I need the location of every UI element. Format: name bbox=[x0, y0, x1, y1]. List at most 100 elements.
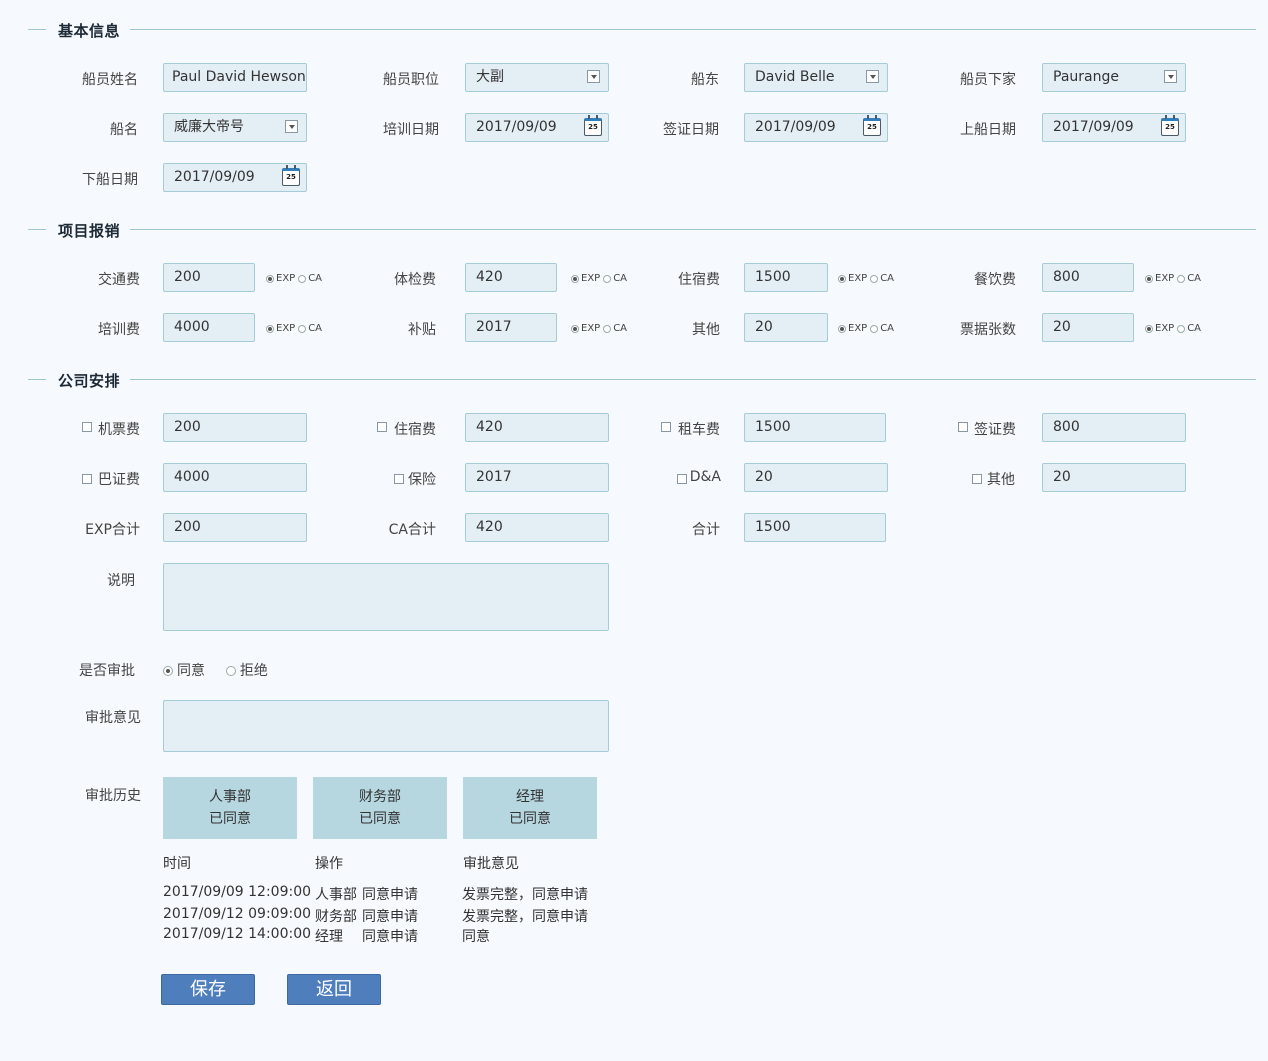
exp-radio[interactable] bbox=[266, 324, 274, 333]
ship-name-label: 船名 bbox=[110, 122, 138, 138]
ca-label: CA bbox=[308, 323, 323, 334]
exp-radio[interactable] bbox=[1145, 324, 1153, 333]
training-fee-label: 培训费 bbox=[98, 322, 140, 338]
crew-position-select[interactable]: 大副 bbox=[465, 63, 609, 92]
company-lodging-checkbox[interactable] bbox=[377, 422, 387, 432]
reject-radio[interactable] bbox=[225, 666, 236, 676]
section-divider bbox=[130, 379, 1256, 380]
history-header-time: 时间 bbox=[163, 856, 191, 872]
chevron-down-icon[interactable] bbox=[866, 70, 879, 83]
calendar-icon[interactable]: 25 bbox=[584, 115, 602, 136]
board-date-field[interactable]: 2017/09/09 25 bbox=[1042, 113, 1186, 142]
company-other-input[interactable]: 20 bbox=[1042, 463, 1186, 492]
chevron-down-icon[interactable] bbox=[587, 70, 600, 83]
exp-radio[interactable] bbox=[1145, 274, 1153, 283]
exp-radio[interactable] bbox=[571, 324, 579, 333]
visa-date-label: 签证日期 bbox=[663, 122, 719, 138]
ca-radio[interactable] bbox=[870, 324, 879, 333]
receipts-count-input[interactable]: 20 bbox=[1042, 313, 1134, 342]
visa-fee-label: 签证费 bbox=[974, 422, 1016, 438]
crew-family-select[interactable]: Paurange bbox=[1042, 63, 1186, 92]
exp-label: EXP bbox=[1155, 323, 1175, 334]
company-other-checkbox[interactable] bbox=[972, 474, 982, 484]
step-dept: 经理 bbox=[516, 789, 544, 805]
section-title-basic: 基本信息 bbox=[58, 22, 121, 40]
ca-label: CA bbox=[1187, 273, 1202, 284]
car-rental-input[interactable]: 1500 bbox=[744, 413, 886, 442]
exp-label: EXP bbox=[276, 323, 296, 334]
calendar-icon[interactable]: 25 bbox=[282, 165, 300, 186]
traffic-fee-input[interactable]: 200 bbox=[163, 263, 255, 292]
meal-fee-label: 餐饮费 bbox=[974, 272, 1016, 288]
training-date-field[interactable]: 2017/09/09 25 bbox=[465, 113, 609, 142]
ca-radio[interactable] bbox=[1177, 274, 1186, 283]
ca-radio[interactable] bbox=[298, 274, 307, 283]
save-button[interactable]: 保存 bbox=[161, 974, 255, 1005]
air-fee-label: 机票费 bbox=[98, 422, 140, 438]
insurance-checkbox[interactable] bbox=[394, 474, 404, 484]
calendar-icon[interactable]: 25 bbox=[1161, 115, 1179, 136]
exp-radio[interactable] bbox=[571, 274, 579, 283]
exp-radio[interactable] bbox=[838, 324, 846, 333]
agree-radio[interactable] bbox=[163, 666, 173, 676]
bavisa-fee-input[interactable]: 4000 bbox=[163, 463, 307, 492]
exp-radio[interactable] bbox=[838, 274, 846, 283]
history-time: 2017/09/12 14:00:00 bbox=[163, 926, 312, 942]
subsidy-input[interactable]: 2017 bbox=[465, 313, 557, 342]
history-opinion: 发票完整，同意申请 bbox=[462, 887, 588, 903]
da-input[interactable]: 20 bbox=[744, 463, 888, 492]
visa-date-field[interactable]: 2017/09/09 25 bbox=[744, 113, 888, 142]
ca-total-input[interactable]: 420 bbox=[465, 513, 609, 542]
air-fee-input[interactable]: 200 bbox=[163, 413, 307, 442]
exp-label: EXP bbox=[581, 323, 601, 334]
visa-fee-checkbox[interactable] bbox=[958, 422, 968, 432]
other-fee-input[interactable]: 20 bbox=[744, 313, 828, 342]
air-fee-checkbox[interactable] bbox=[82, 422, 92, 432]
back-button[interactable]: 返回 bbox=[287, 974, 381, 1005]
exp-label: EXP bbox=[848, 273, 868, 284]
leave-date-field[interactable]: 2017/09/09 25 bbox=[163, 163, 307, 192]
traffic-fee-type: EXP CA bbox=[266, 273, 325, 284]
opinion-textarea[interactable] bbox=[163, 700, 609, 752]
calendar-icon[interactable]: 25 bbox=[863, 115, 881, 136]
lodging-fee-input[interactable]: 1500 bbox=[744, 263, 828, 292]
exp-total-input[interactable]: 200 bbox=[163, 513, 307, 542]
company-lodging-label: 住宿费 bbox=[394, 422, 436, 438]
visa-fee-input[interactable]: 800 bbox=[1042, 413, 1186, 442]
approval-step-manager: 经理 已同意 bbox=[463, 777, 597, 839]
insurance-input[interactable]: 2017 bbox=[465, 463, 609, 492]
history-action: 同意申请 bbox=[362, 929, 418, 945]
company-lodging-input[interactable]: 420 bbox=[465, 413, 609, 442]
exp-label: EXP bbox=[276, 273, 296, 284]
crew-family-label: 船员下家 bbox=[960, 72, 1016, 88]
ca-radio[interactable] bbox=[603, 274, 612, 283]
exp-radio[interactable] bbox=[266, 274, 274, 283]
medical-fee-input[interactable]: 420 bbox=[465, 263, 557, 292]
note-textarea[interactable] bbox=[163, 563, 609, 631]
ca-label: CA bbox=[613, 273, 628, 284]
reject-label: 拒绝 bbox=[239, 663, 268, 679]
ca-radio[interactable] bbox=[870, 274, 879, 283]
ship-name-value: 威廉大帝号 bbox=[174, 119, 244, 135]
meal-fee-input[interactable]: 800 bbox=[1042, 263, 1134, 292]
owner-select[interactable]: David Belle bbox=[744, 63, 888, 92]
history-dept: 人事部 bbox=[315, 887, 357, 903]
crew-name-field[interactable]: Paul David Hewson bbox=[163, 63, 307, 92]
company-other-label: 其他 bbox=[987, 472, 1015, 488]
visa-date-value: 2017/09/09 bbox=[755, 119, 836, 135]
history-time: 2017/09/09 12:09:00 bbox=[163, 884, 312, 900]
agree-label: 同意 bbox=[177, 663, 205, 679]
crew-family-value: Paurange bbox=[1053, 69, 1119, 85]
da-checkbox[interactable] bbox=[677, 474, 687, 484]
total-input[interactable]: 1500 bbox=[744, 513, 886, 542]
chevron-down-icon[interactable] bbox=[285, 120, 298, 133]
training-date-label: 培训日期 bbox=[383, 122, 439, 138]
training-fee-input[interactable]: 4000 bbox=[163, 313, 255, 342]
car-rental-checkbox[interactable] bbox=[661, 422, 671, 432]
bavisa-fee-checkbox[interactable] bbox=[82, 474, 92, 484]
ca-radio[interactable] bbox=[603, 324, 612, 333]
ca-radio[interactable] bbox=[1177, 324, 1186, 333]
chevron-down-icon[interactable] bbox=[1164, 70, 1177, 83]
ship-name-select[interactable]: 威廉大帝号 bbox=[163, 113, 307, 142]
ca-radio[interactable] bbox=[298, 324, 307, 333]
